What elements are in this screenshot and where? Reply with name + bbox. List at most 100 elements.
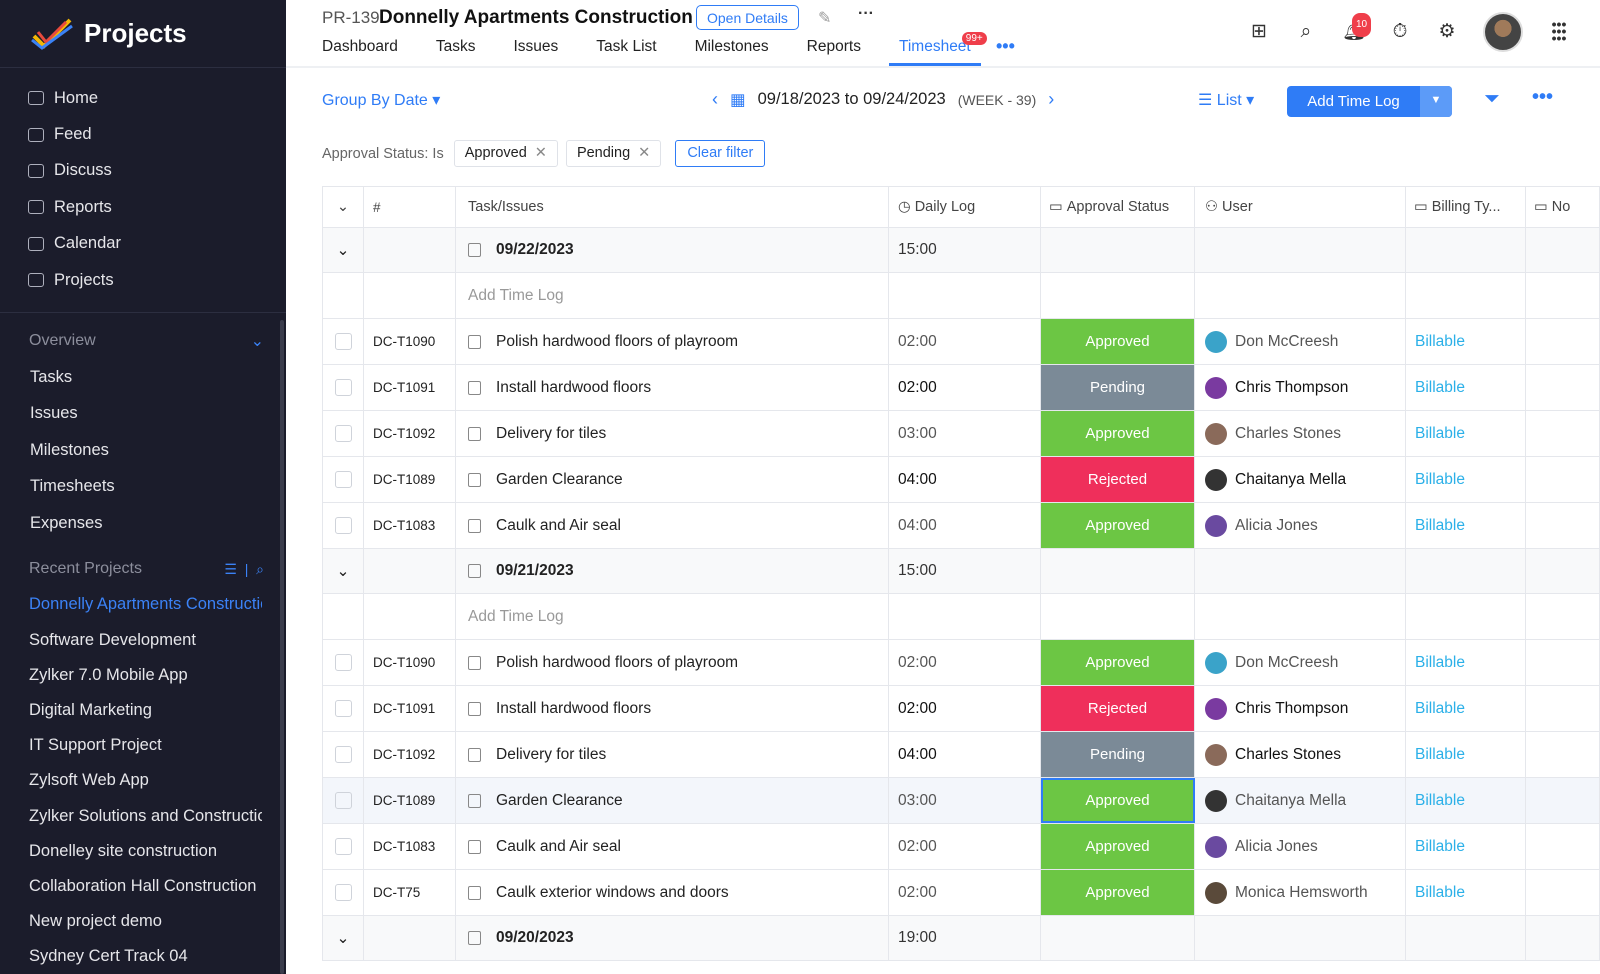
billing-type[interactable]: Billable [1406, 824, 1526, 869]
tab-reports[interactable]: Reports [807, 38, 861, 66]
sidebar-scrollbar[interactable] [280, 320, 284, 974]
billing-type[interactable]: Billable [1406, 686, 1526, 731]
add-time-log-link[interactable]: Add Time Log [456, 594, 889, 639]
next-week-icon[interactable]: › [1048, 89, 1054, 110]
billing-type[interactable]: Billable [1406, 457, 1526, 502]
row-checkbox[interactable] [334, 838, 352, 855]
table-row[interactable]: DC-T1090 Polish hardwood floors of playro… [323, 319, 1600, 365]
overview-item[interactable]: Expenses [0, 505, 286, 541]
view-dropdown[interactable]: ☰ List ▾ [1198, 90, 1254, 110]
filter-icon[interactable]: ⏷ [1484, 88, 1500, 111]
sidebar-item-feed[interactable]: Feed [0, 116, 286, 152]
bell-icon[interactable]: 🔔︎10 [1342, 13, 1372, 43]
add-icon[interactable]: ⊞ [1248, 21, 1270, 43]
daily-log[interactable]: 03:00 [889, 778, 1041, 823]
tabs-more-icon[interactable]: ••• [996, 36, 1015, 57]
group-by-dropdown[interactable]: Group By Date ▾ [322, 90, 440, 110]
approval-status-badge[interactable]: Rejected [1041, 686, 1195, 731]
filter-chip-approved[interactable]: Approved ✕ [453, 140, 558, 167]
daily-log[interactable]: 02:00 [889, 686, 1041, 731]
approval-status-badge[interactable]: Approved [1041, 319, 1195, 364]
sidebar-item-discuss[interactable]: Discuss [0, 153, 286, 189]
table-row[interactable]: DC-T1090 Polish hardwood floors of playro… [323, 640, 1600, 686]
daily-log[interactable]: 04:00 [889, 503, 1041, 548]
row-checkbox[interactable] [334, 517, 352, 534]
collapse-all-icon[interactable]: ⌄ [323, 187, 364, 227]
col-task[interactable]: Task/Issues [456, 187, 889, 227]
row-checkbox[interactable] [334, 746, 352, 763]
calendar-icon[interactable]: ▦ [730, 90, 746, 110]
tab-issues[interactable]: Issues [513, 38, 558, 66]
approval-status-badge[interactable]: Approved [1041, 778, 1195, 823]
overview-item[interactable]: Issues [0, 396, 286, 432]
billing-type[interactable]: Billable [1406, 365, 1526, 410]
row-checkbox[interactable] [334, 792, 352, 809]
row-checkbox[interactable] [334, 471, 352, 488]
billing-type[interactable]: Billable [1406, 640, 1526, 685]
close-icon[interactable]: ✕ [638, 145, 650, 161]
billing-type[interactable]: Billable [1406, 870, 1526, 915]
col-approval-status[interactable]: ▭ Approval Status [1041, 187, 1195, 227]
task-name[interactable]: Install hardwood floors [496, 379, 651, 397]
daily-log[interactable]: 03:00 [889, 411, 1041, 456]
table-row[interactable]: DC-T1092 Delivery for tiles 04:00 Pending Ch… [323, 732, 1600, 778]
task-name[interactable]: Garden Clearance [496, 792, 623, 810]
brand[interactable]: Projects [0, 0, 286, 68]
chevron-down-icon[interactable]: ⌄ [251, 331, 264, 351]
billing-type[interactable]: Billable [1406, 503, 1526, 548]
more-icon[interactable]: ··· [858, 5, 874, 23]
edit-icon[interactable]: ✎ [818, 8, 831, 28]
overview-item[interactable]: Tasks [0, 359, 286, 395]
overview-item[interactable]: Timesheets [0, 469, 286, 505]
apps-grid-icon[interactable]: ••• ••• ••• [1548, 17, 1570, 45]
tab-milestones[interactable]: Milestones [695, 38, 769, 66]
close-icon[interactable]: ✕ [535, 145, 547, 161]
table-row[interactable]: DC-T1083 Caulk and Air seal 04:00 Approved A… [323, 503, 1600, 549]
approval-status-badge[interactable]: Approved [1041, 824, 1195, 869]
recent-project-item[interactable]: Donelley site construction [0, 834, 262, 869]
approval-status-badge[interactable]: Rejected [1041, 457, 1195, 502]
recent-project-item[interactable]: Sydney Cert Track 04 [0, 939, 262, 974]
billing-type[interactable]: Billable [1406, 778, 1526, 823]
avatar[interactable] [1483, 12, 1523, 52]
col-notes[interactable]: ▭ No [1526, 187, 1600, 227]
row-checkbox[interactable] [334, 884, 352, 901]
col-user[interactable]: ⚇ User [1195, 187, 1406, 227]
search-icon[interactable]: ⌕ [1295, 21, 1317, 43]
task-name[interactable]: Delivery for tiles [496, 425, 606, 443]
daily-log[interactable]: 04:00 [889, 732, 1041, 777]
daily-log[interactable]: 02:00 [889, 824, 1041, 869]
add-time-log-row[interactable]: Add Time Log [323, 273, 1600, 319]
recent-project-item[interactable]: Zylker 7.0 Mobile App [0, 658, 262, 693]
recent-project-item[interactable]: Digital Marketing [0, 693, 262, 728]
recent-project-item[interactable]: Zylsoft Web App [0, 763, 262, 798]
task-name[interactable]: Caulk exterior windows and doors [496, 884, 729, 902]
caret-down-icon[interactable]: ▼ [1420, 86, 1452, 117]
chevron-down-icon[interactable]: ⌄ [323, 228, 364, 272]
open-details-button[interactable]: Open Details [696, 5, 799, 30]
row-checkbox[interactable] [334, 654, 352, 671]
tab-dashboard[interactable]: Dashboard [322, 38, 398, 66]
clear-filter-button[interactable]: Clear filter [675, 140, 766, 167]
task-name[interactable]: Garden Clearance [496, 471, 623, 489]
tab-tasks[interactable]: Tasks [436, 38, 476, 66]
table-row[interactable]: DC-T75 Caulk exterior windows and doors 02… [323, 870, 1600, 916]
billing-type[interactable]: Billable [1406, 411, 1526, 456]
table-row[interactable]: DC-T1083 Caulk and Air seal 02:00 Approved A… [323, 824, 1600, 870]
approval-status-badge[interactable]: Pending [1041, 732, 1195, 777]
table-row[interactable]: DC-T1091 Install hardwood floors 02:00 Pend… [323, 365, 1600, 411]
billing-type[interactable]: Billable [1406, 319, 1526, 364]
table-row[interactable]: DC-T1089 Garden Clearance 03:00 Approved Cha… [323, 778, 1600, 824]
daily-log[interactable]: 04:00 [889, 457, 1041, 502]
chevron-down-icon[interactable]: ⌄ [323, 916, 364, 960]
timer-icon[interactable]: ⏱︎ [1389, 21, 1411, 43]
row-checkbox[interactable] [334, 700, 352, 717]
gear-icon[interactable]: ⚙︎ [1436, 21, 1458, 43]
overview-item[interactable]: Milestones [0, 432, 286, 468]
add-time-log-button[interactable]: Add Time Log ▼ [1287, 86, 1452, 117]
col-id[interactable]: # [364, 187, 456, 227]
sidebar-item-projects[interactable]: Projects [0, 262, 286, 298]
sidebar-item-home[interactable]: Home [0, 80, 286, 116]
task-name[interactable]: Install hardwood floors [496, 700, 651, 718]
recent-project-item[interactable]: Collaboration Hall Construction [0, 869, 262, 904]
